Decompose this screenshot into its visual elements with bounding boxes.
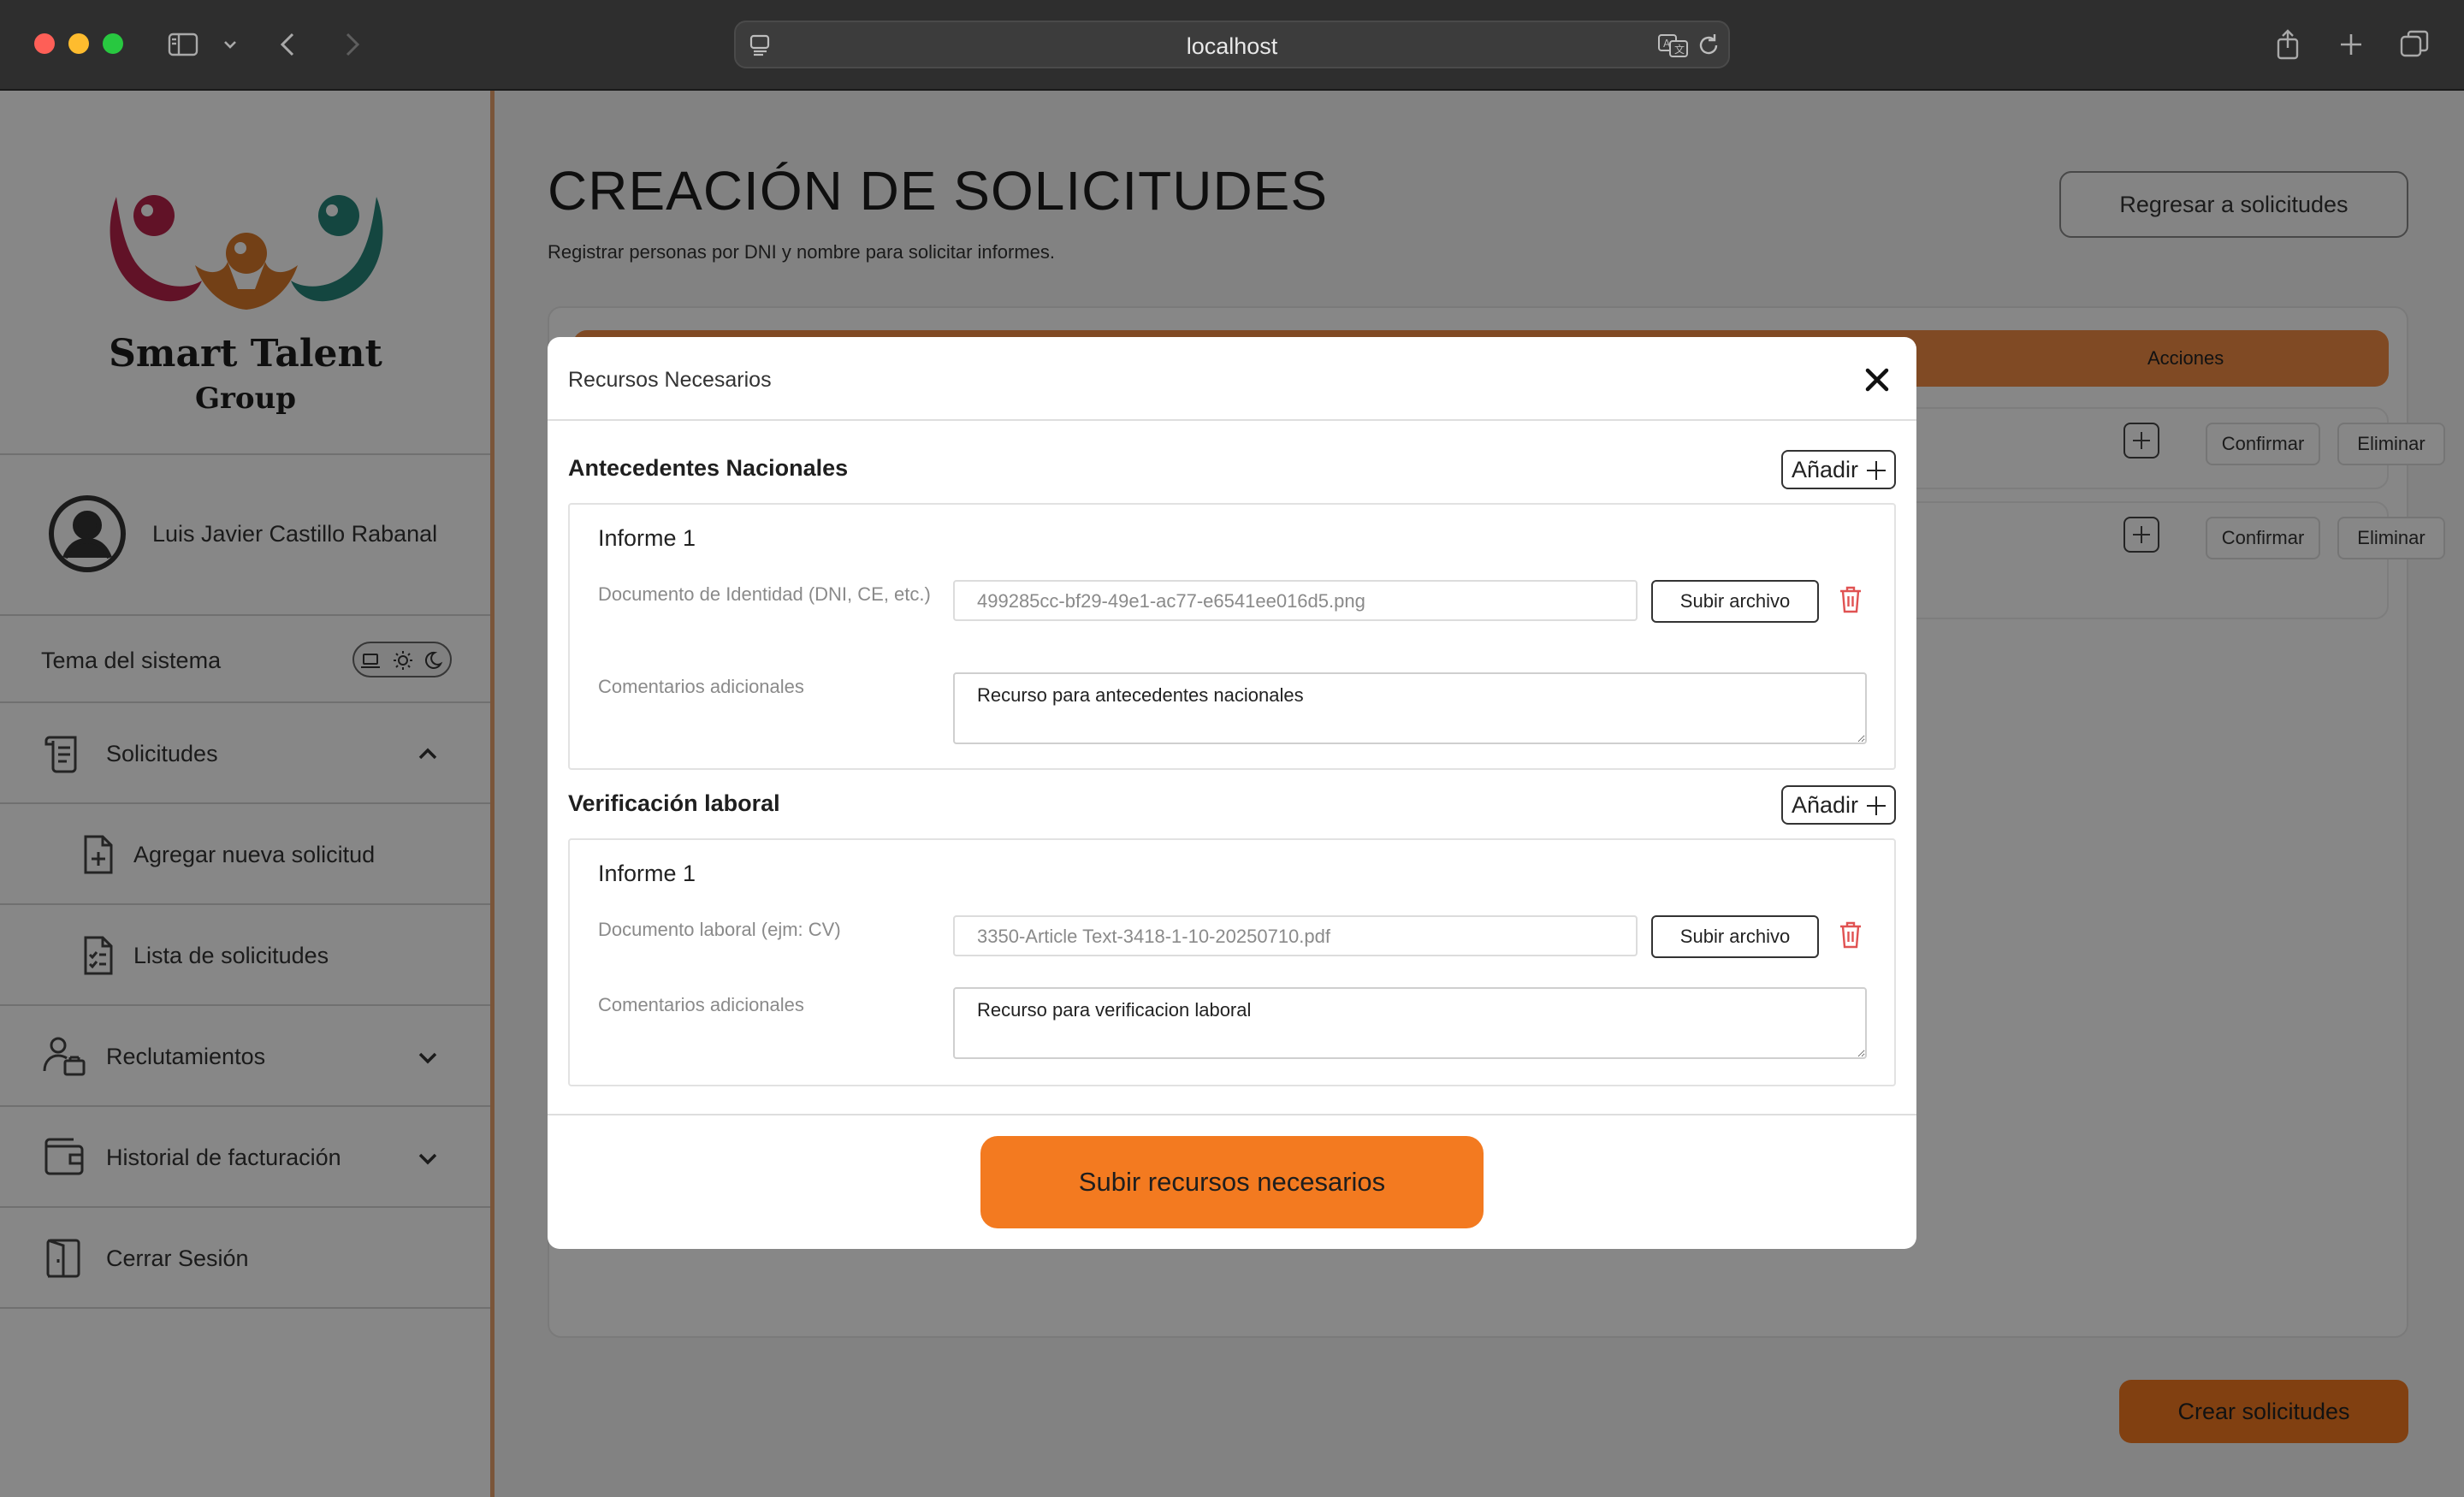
share-icon[interactable] <box>2271 27 2305 62</box>
svg-text:文: 文 <box>1674 43 1685 56</box>
tab-overview-icon[interactable] <box>2397 27 2431 62</box>
modal-header: Recursos Necesarios <box>548 337 1916 421</box>
close-modal-button[interactable] <box>1860 363 1894 397</box>
close-window-button[interactable] <box>34 33 55 54</box>
file-name-field[interactable]: 3350-Article Text-3418-1-10-20250710.pdf <box>953 915 1638 956</box>
sidebar-toggle-icon[interactable] <box>166 27 200 62</box>
close-icon <box>1865 368 1889 392</box>
add-button-label: Añadir <box>1792 791 1859 818</box>
add-antecedentes-button[interactable]: Añadir <box>1781 450 1896 489</box>
forward-icon[interactable] <box>334 27 368 62</box>
add-verificacion-button[interactable]: Añadir <box>1781 785 1896 825</box>
plus-icon <box>1867 796 1886 815</box>
add-button-label: Añadir <box>1792 456 1859 482</box>
address-bar[interactable]: localhost A文 <box>734 21 1730 68</box>
resources-modal: Recursos Necesarios Antecedentes Naciona… <box>548 337 1916 1249</box>
comments-label: Comentarios adicionales <box>598 994 804 1015</box>
upload-resources-button[interactable]: Subir recursos necesarios <box>980 1136 1484 1228</box>
translate-icon[interactable]: A文 <box>1656 31 1691 60</box>
section-title-antecedentes: Antecedentes Nacionales <box>568 455 849 481</box>
plus-icon <box>1867 461 1886 480</box>
reload-icon[interactable] <box>1694 31 1723 60</box>
upload-file-button[interactable]: Subir archivo <box>1651 915 1819 958</box>
url-text: localhost <box>1186 33 1278 59</box>
trash-icon[interactable] <box>1838 585 1863 614</box>
informe-card: Informe 1 Documento laboral (ejm: CV) 33… <box>568 838 1896 1086</box>
chevron-down-icon[interactable] <box>217 27 243 62</box>
maximize-window-button[interactable] <box>103 33 123 54</box>
informe-title: Informe 1 <box>598 525 696 551</box>
comments-textarea[interactable]: Recurso para antecedentes nacionales <box>953 672 1867 744</box>
document-label: Documento de Identidad (DNI, CE, etc.) <box>598 583 931 605</box>
svg-text:A: A <box>1663 38 1671 50</box>
upload-file-button[interactable]: Subir archivo <box>1651 580 1819 623</box>
new-tab-icon[interactable] <box>2334 27 2368 62</box>
comments-textarea[interactable]: Recurso para verificacion laboral <box>953 987 1867 1059</box>
browser-toolbar: localhost A文 <box>0 0 2464 91</box>
back-icon[interactable] <box>272 27 306 62</box>
minimize-window-button[interactable] <box>68 33 89 54</box>
trash-icon[interactable] <box>1838 920 1863 950</box>
section-title-verificacion: Verificación laboral <box>568 790 780 816</box>
file-name-field[interactable]: 499285cc-bf29-49e1-ac77-e6541ee016d5.png <box>953 580 1638 621</box>
modal-footer: Subir recursos necesarios <box>548 1114 1916 1249</box>
informe-card: Informe 1 Documento de Identidad (DNI, C… <box>568 503 1896 770</box>
comments-label: Comentarios adicionales <box>598 676 804 697</box>
modal-title: Recursos Necesarios <box>568 368 772 392</box>
informe-title: Informe 1 <box>598 861 696 886</box>
document-label: Documento laboral (ejm: CV) <box>598 919 841 940</box>
